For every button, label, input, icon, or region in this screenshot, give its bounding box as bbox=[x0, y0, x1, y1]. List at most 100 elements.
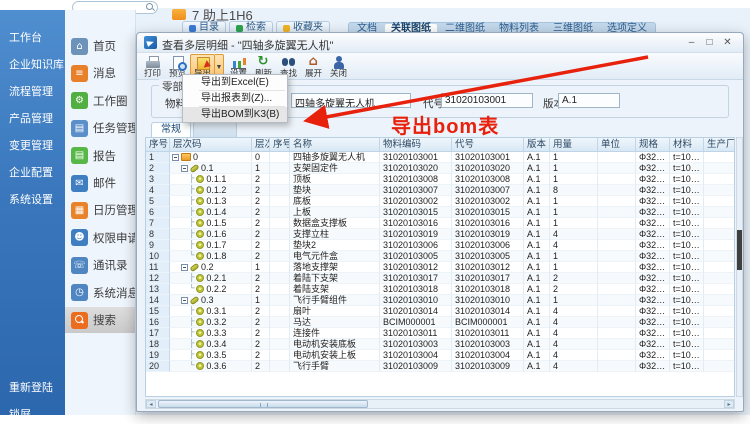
column-header-规格[interactable]: 规格 bbox=[636, 138, 670, 151]
sidebar-item-首页[interactable]: ⌂首页 bbox=[65, 33, 136, 59]
table-row[interactable]: 20└0.3.62飞行手臂3102010300931020103009A.14Φ… bbox=[146, 361, 734, 372]
sidebar-item-工作台[interactable]: 工作台 bbox=[0, 25, 65, 52]
maximize-button[interactable]: □ bbox=[702, 36, 717, 50]
打印-button[interactable]: 打印 bbox=[140, 54, 165, 79]
column-header-版本[interactable]: 版本 bbox=[524, 138, 550, 151]
menu-item-导出BOM到K3(B)[interactable]: 导出BOM到K3(B) bbox=[183, 107, 287, 122]
sidebar-item-权限申请[interactable]: ☻权限申请 bbox=[65, 225, 136, 251]
sidebar-item-系统设置[interactable]: 系统设置 bbox=[0, 187, 65, 214]
table-row[interactable]: 8├0.1.62支撑立柱3102010301931020103019A.14Φ3… bbox=[146, 229, 734, 240]
table-row[interactable]: 10└0.1.82电气元件盒3102010300531020103005A.11… bbox=[146, 251, 734, 262]
cell bbox=[270, 328, 290, 339]
collapse-icon[interactable] bbox=[172, 154, 179, 161]
cell: 4 bbox=[550, 361, 598, 372]
column-header-名称[interactable]: 名称 bbox=[290, 138, 380, 151]
table-row[interactable]: 15├0.3.12扇叶3102010301431020103014A.14Φ32… bbox=[146, 306, 734, 317]
table-row[interactable]: 16├0.3.22马达BCIM000001BCIM000001A.14Φ32…t… bbox=[146, 317, 734, 328]
collapse-icon[interactable] bbox=[181, 165, 188, 172]
table-row[interactable]: 9├0.1.72垫块23102010300631020103006A.14Φ32… bbox=[146, 240, 734, 251]
horizontal-scrollbar-thumb[interactable] bbox=[158, 400, 368, 408]
table-row[interactable]: 5├0.1.32底板3102010300231020103002A.11Φ32…… bbox=[146, 196, 734, 207]
table-row[interactable]: 6├0.1.42上板3102010301531020103015A.11Φ32…… bbox=[146, 207, 734, 218]
table-row[interactable]: 19├0.3.52电动机安装上板3102010300431020103004A.… bbox=[146, 350, 734, 361]
关闭-button[interactable]: 关闭 bbox=[326, 54, 351, 79]
sidebar-item-系统消息[interactable]: ◷系统消息 bbox=[65, 280, 136, 306]
column-header-序号[interactable]: 序号 bbox=[146, 138, 170, 151]
menu-item-导出报表到(Z)...[interactable]: 导出报表到(Z)... bbox=[183, 91, 287, 106]
column-header-生产厂[interactable]: 生产厂 bbox=[704, 138, 735, 151]
table-row[interactable]: 12├0.2.12着陆下支架3102010301731020103017A.12… bbox=[146, 273, 734, 284]
cell: 31020103011 bbox=[380, 328, 452, 339]
sidebar-item-产品管理[interactable]: 产品管理 bbox=[0, 106, 65, 133]
table-row[interactable]: 110.21落地支撑架3102010301231020103012A.11Φ32… bbox=[146, 262, 734, 273]
sidebar-item-变更管理[interactable]: 变更管理 bbox=[0, 133, 65, 160]
part-number-field[interactable]: 31020103001 bbox=[441, 93, 533, 108]
column-header-用量[interactable]: 用量 bbox=[550, 138, 598, 151]
cell: Φ32… bbox=[636, 240, 670, 251]
column-header-单位[interactable]: 单位 bbox=[598, 138, 636, 151]
sidebar-item-邮件[interactable]: ✉邮件 bbox=[65, 170, 136, 196]
column-header-层次码[interactable]: 层次码 bbox=[170, 138, 252, 151]
sidebar-item-锁屏[interactable]: 锁屏 bbox=[0, 402, 65, 415]
column-header-层次[interactable]: 层次 bbox=[252, 138, 270, 151]
cell: t=10… bbox=[670, 163, 704, 174]
dialog-titlebar[interactable]: 查看多层明细 - "四轴多旋翼无人机" – □ ✕ bbox=[137, 33, 743, 53]
cell: 10 bbox=[146, 251, 170, 262]
展开-button[interactable]: 展开 bbox=[301, 54, 326, 79]
scroll-left-arrow-icon[interactable]: ◂ bbox=[146, 400, 156, 408]
cell: A.1 bbox=[524, 229, 550, 240]
cell: 2 bbox=[252, 185, 270, 196]
table-row[interactable]: 13└0.2.22着陆支架3102010301831020103018A.12Φ… bbox=[146, 284, 734, 295]
cell: A.1 bbox=[524, 196, 550, 207]
table-row[interactable]: 17├0.3.32连接件3102010301131020103011A.14Φ3… bbox=[146, 328, 734, 339]
sidebar-item-企业知识库[interactable]: 企业知识库 bbox=[0, 52, 65, 79]
sidebar-item-工作圈[interactable]: ⚙工作圈 bbox=[65, 88, 136, 114]
table-row[interactable]: 4├0.1.22垫块3102010300731020103007A.18Φ32…… bbox=[146, 185, 734, 196]
tree-branch-icon: ├ bbox=[189, 328, 194, 338]
minimize-button[interactable]: – bbox=[684, 36, 699, 50]
vertical-scrollbar-thumb[interactable] bbox=[737, 230, 742, 270]
sidebar-item-报告[interactable]: ▤报告 bbox=[65, 143, 136, 169]
sidebar-item-消息[interactable]: ≡消息 bbox=[65, 60, 136, 86]
sidebar-item-搜索[interactable]: 搜索 bbox=[65, 307, 136, 333]
dialog-tab-常规[interactable]: 常规 bbox=[151, 122, 191, 137]
menu-item-导出到Excel(E)[interactable]: 导出到Excel(E) bbox=[183, 75, 287, 90]
table-row[interactable]: 18├0.3.42电动机安装底板3102010300331020103003A.… bbox=[146, 339, 734, 350]
table-row[interactable]: 140.31飞行手臂组件3102010301031020103010A.11Φ3… bbox=[146, 295, 734, 306]
sidebar-item-重新登陆[interactable]: 重新登陆 bbox=[0, 375, 65, 402]
version-field[interactable]: A.1 bbox=[558, 93, 620, 108]
scroll-right-arrow-icon[interactable]: ▸ bbox=[724, 400, 734, 408]
column-header-材料[interactable]: 材料 bbox=[670, 138, 704, 151]
cell bbox=[598, 361, 636, 372]
close2-icon bbox=[331, 56, 347, 69]
sidebar-item-流程管理[interactable]: 流程管理 bbox=[0, 79, 65, 106]
table-row[interactable]: 20.11支架固定件3102010302031020103020A.11Φ32…… bbox=[146, 163, 734, 174]
table-row[interactable]: 7├0.1.52数据盒支撑板3102010301631020103016A.11… bbox=[146, 218, 734, 229]
cell: 31020103005 bbox=[380, 251, 452, 262]
cell: t=10… bbox=[670, 339, 704, 350]
cell: Φ32… bbox=[636, 185, 670, 196]
permission-icon: ☻ bbox=[71, 229, 88, 246]
cell: 16 bbox=[146, 317, 170, 328]
vertical-scrollbar[interactable] bbox=[736, 137, 743, 397]
column-header-物料编码[interactable]: 物料编码 bbox=[380, 138, 452, 151]
material-code-field[interactable]: 四轴多旋翼无人机 bbox=[291, 93, 411, 108]
part-icon bbox=[196, 307, 204, 315]
cell: 31020103009 bbox=[452, 361, 524, 372]
collapse-icon[interactable] bbox=[181, 297, 188, 304]
sidebar-item-企业配置[interactable]: 企业配置 bbox=[0, 160, 65, 187]
horizontal-scrollbar[interactable]: ◂ ▸ bbox=[145, 399, 735, 409]
table-row[interactable]: 3├0.1.12顶板3102010300831020103008A.11Φ32…… bbox=[146, 174, 734, 185]
close-button[interactable]: ✕ bbox=[720, 36, 735, 50]
sidebar-item-日历管理[interactable]: ▦日历管理 bbox=[65, 197, 136, 223]
table-row[interactable]: 100四轴多旋翼无人机3102010300131020103001A.11Φ32… bbox=[146, 152, 734, 163]
sidebar-item-任务管理[interactable]: ▤任务管理 bbox=[65, 115, 136, 141]
mail-icon: ✉ bbox=[71, 175, 88, 192]
sidebar-item-通讯录[interactable]: ☏通讯录 bbox=[65, 252, 136, 278]
collapse-icon[interactable] bbox=[181, 264, 188, 271]
dialog-tab-secondary[interactable] bbox=[193, 122, 237, 137]
cell bbox=[270, 152, 290, 163]
column-header-序号[interactable]: 序号 bbox=[270, 138, 290, 151]
level-code: 0.1.2 bbox=[206, 185, 226, 196]
column-header-代号[interactable]: 代号 bbox=[452, 138, 524, 151]
